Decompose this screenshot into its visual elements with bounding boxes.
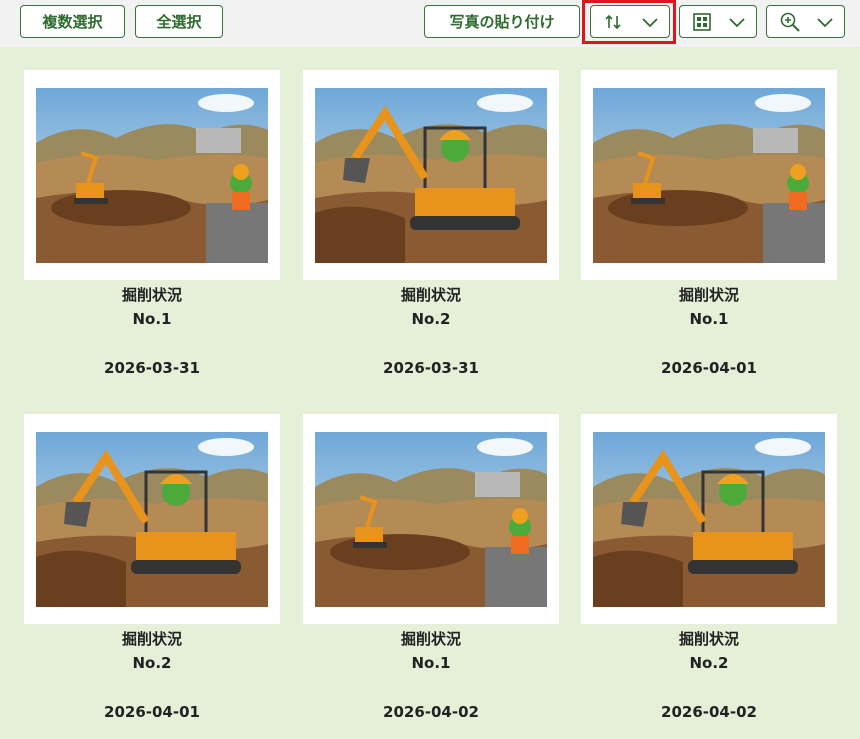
photo-date: 2026-04-01 bbox=[104, 703, 200, 721]
paste-photo-button[interactable]: 写真の貼り付け bbox=[424, 5, 580, 38]
photo-title: 掘削状況 bbox=[678, 630, 739, 648]
photo-number: No.2 bbox=[689, 654, 729, 672]
zoom-in-icon bbox=[780, 12, 800, 32]
photo-card[interactable] bbox=[24, 70, 280, 280]
multi-select-button[interactable]: 複数選択 bbox=[20, 5, 125, 38]
photo-card[interactable] bbox=[24, 414, 280, 624]
photo-thumbnail bbox=[315, 432, 547, 607]
zoom-dropdown[interactable] bbox=[766, 5, 845, 38]
photo-thumbnail bbox=[593, 88, 825, 263]
photo-number: No.1 bbox=[132, 310, 172, 328]
photo-thumbnail bbox=[593, 432, 825, 607]
chevron-down-icon bbox=[817, 17, 833, 27]
photo-date: 2026-04-01 bbox=[661, 359, 757, 377]
photo-date: 2026-03-31 bbox=[383, 359, 479, 377]
photo-thumbnail bbox=[36, 88, 268, 263]
photo-thumbnail bbox=[36, 432, 268, 607]
sort-dropdown[interactable] bbox=[590, 5, 670, 38]
toolbar: 複数選択 全選択 写真の貼り付け bbox=[0, 0, 860, 47]
photo-title: 掘削状況 bbox=[121, 286, 182, 304]
photo-number: No.1 bbox=[689, 310, 729, 328]
grid-view-icon bbox=[693, 12, 711, 31]
select-all-button[interactable]: 全選択 bbox=[135, 5, 223, 38]
photo-title: 掘削状況 bbox=[121, 630, 182, 648]
photo-card[interactable] bbox=[303, 70, 559, 280]
photo-title: 掘削状況 bbox=[400, 630, 461, 648]
photo-card[interactable] bbox=[581, 70, 837, 280]
photo-date: 2026-04-02 bbox=[661, 703, 757, 721]
photo-title: 掘削状況 bbox=[678, 286, 739, 304]
photo-number: No.2 bbox=[411, 310, 451, 328]
photo-title: 掘削状況 bbox=[400, 286, 461, 304]
photo-card[interactable] bbox=[303, 414, 559, 624]
view-dropdown[interactable] bbox=[679, 5, 757, 38]
chevron-down-icon bbox=[642, 17, 658, 27]
chevron-down-icon bbox=[729, 17, 745, 27]
photo-date: 2026-04-02 bbox=[383, 703, 479, 721]
photo-date: 2026-03-31 bbox=[104, 359, 200, 377]
photo-card[interactable] bbox=[581, 414, 837, 624]
photo-thumbnail bbox=[315, 88, 547, 263]
sort-arrows-icon bbox=[605, 14, 621, 29]
photo-number: No.1 bbox=[411, 654, 451, 672]
photo-number: No.2 bbox=[132, 654, 172, 672]
